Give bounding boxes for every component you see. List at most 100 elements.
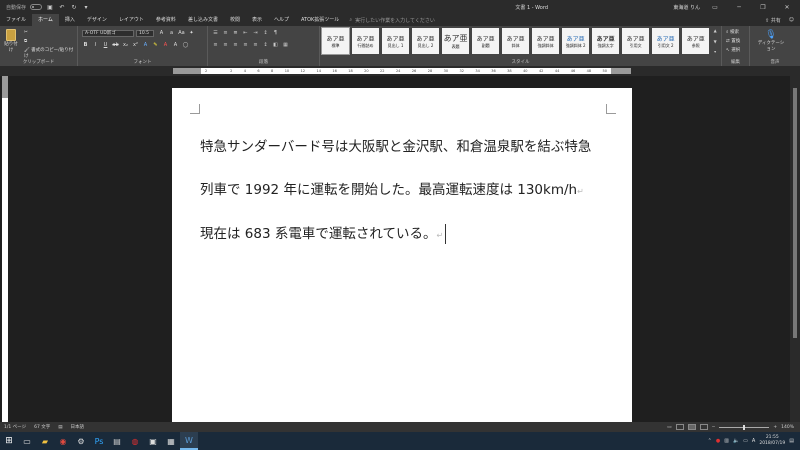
slides-icon[interactable]: ▣ bbox=[144, 432, 162, 450]
font-color-icon[interactable]: A bbox=[162, 42, 169, 48]
clear-format-icon[interactable]: ✦ bbox=[188, 30, 195, 36]
save-icon[interactable]: ▣ bbox=[46, 4, 54, 11]
network-icon[interactable]: ▥ bbox=[724, 438, 729, 444]
change-case-icon[interactable]: Aa bbox=[178, 30, 185, 36]
photoshop-icon[interactable]: Ps bbox=[90, 432, 108, 450]
tab-help[interactable]: ヘルプ bbox=[268, 14, 295, 26]
replace-button[interactable]: ⇄ 置換 bbox=[726, 38, 740, 44]
zoom-slider[interactable] bbox=[719, 424, 770, 430]
document-area[interactable]: 特急サンダーバード号は大阪駅と金沢駅、和倉温泉駅を結ぶ特急 列車で 1992 年… bbox=[10, 76, 790, 428]
scrollbar-thumb[interactable] bbox=[793, 88, 797, 338]
document-body[interactable]: 特急サンダーバード号は大阪駅と金沢駅、和倉温泉駅を結ぶ特急 列車で 1992 年… bbox=[200, 126, 610, 257]
distributed-icon[interactable]: ≡ bbox=[252, 42, 259, 48]
zoom-in-icon[interactable]: + bbox=[773, 425, 777, 430]
style-heading-1[interactable]: あア亜 見出し 1 bbox=[382, 28, 410, 54]
volume-icon[interactable]: 🔈 bbox=[733, 438, 739, 444]
tray-expand-icon[interactable]: ⌃ bbox=[708, 438, 712, 444]
vertical-ruler[interactable] bbox=[2, 76, 8, 422]
cut-button[interactable]: ✂ bbox=[24, 30, 77, 35]
borders-icon[interactable]: ▦ bbox=[282, 42, 289, 48]
increase-indent-icon[interactable]: ⇥ bbox=[252, 30, 259, 36]
style-no-spacing[interactable]: あア亜 行間詰め bbox=[352, 28, 380, 54]
show-marks-icon[interactable]: ¶ bbox=[272, 30, 279, 36]
web-layout-button[interactable] bbox=[699, 424, 708, 430]
settings-icon[interactable]: ⚙ bbox=[72, 432, 90, 450]
document-page[interactable]: 特急サンダーバード号は大阪駅と金沢駅、和倉温泉駅を結ぶ特急 列車で 1992 年… bbox=[172, 88, 632, 428]
print-layout-button[interactable] bbox=[687, 424, 696, 430]
undo-icon[interactable]: ↶ bbox=[58, 4, 66, 11]
line-spacing-icon[interactable]: ↕ bbox=[262, 42, 269, 48]
find-button[interactable]: ⌕ 検索 bbox=[726, 29, 740, 35]
styles-more-icon[interactable]: ▾ bbox=[714, 49, 716, 54]
close-button[interactable]: ✕ bbox=[778, 4, 796, 11]
style-reference[interactable]: あア亜 参照 bbox=[682, 28, 710, 54]
styles-down-icon[interactable]: ▼ bbox=[714, 39, 717, 44]
char-shading-icon[interactable]: A bbox=[172, 42, 179, 48]
vertical-scrollbar[interactable] bbox=[790, 76, 800, 422]
autosave-toggle[interactable] bbox=[30, 4, 43, 10]
select-button[interactable]: ↖ 選択 bbox=[726, 47, 740, 53]
style-emphasis[interactable]: あア亜 強調斜体 bbox=[532, 28, 560, 54]
zoom-out-icon[interactable]: − bbox=[712, 425, 716, 430]
tell-me-box[interactable]: ⌕ 実行したい作業を入力してください bbox=[349, 17, 435, 24]
task-view-icon[interactable]: ▭ bbox=[18, 432, 36, 450]
copy-button[interactable]: ⧉ bbox=[24, 38, 77, 44]
action-center-icon[interactable]: ▤ bbox=[789, 438, 794, 444]
shading-icon[interactable]: ◧ bbox=[272, 42, 279, 48]
file-explorer-icon[interactable]: ▰ bbox=[36, 432, 54, 450]
highlight-icon[interactable]: ✎ bbox=[152, 42, 159, 48]
user-name[interactable]: 東海道 りん bbox=[673, 4, 700, 11]
redo-icon[interactable]: ↻ bbox=[70, 4, 78, 11]
bullets-icon[interactable]: ☰ bbox=[212, 30, 219, 36]
tab-mailings[interactable]: 差し込み文書 bbox=[182, 14, 224, 26]
share-button[interactable]: ⇪ 共有 bbox=[765, 17, 781, 24]
decrease-indent-icon[interactable]: ⇤ bbox=[242, 30, 249, 36]
style-normal[interactable]: あア亜 標準 bbox=[320, 27, 351, 55]
ime-indicator[interactable]: A bbox=[752, 438, 755, 444]
style-heading-2[interactable]: あア亜 見出し 2 bbox=[412, 28, 440, 54]
bold-icon[interactable]: B bbox=[82, 42, 89, 48]
align-center-icon[interactable]: ≡ bbox=[222, 42, 229, 48]
tab-atok[interactable]: ATOK拡張ツール bbox=[295, 14, 345, 26]
tab-design[interactable]: デザイン bbox=[81, 14, 113, 26]
notification-icon[interactable]: ▭ bbox=[743, 438, 748, 444]
justify-icon[interactable]: ≡ bbox=[242, 42, 249, 48]
chrome-icon[interactable]: ◉ bbox=[54, 432, 72, 450]
superscript-icon[interactable]: x² bbox=[132, 42, 139, 48]
font-size-select[interactable]: 10.5 bbox=[136, 30, 154, 37]
text-effects-icon[interactable]: A bbox=[142, 42, 149, 48]
proofing-icon[interactable]: ▤ bbox=[58, 425, 62, 430]
tab-insert[interactable]: 挿入 bbox=[59, 14, 81, 26]
format-painter-button[interactable]: 🖌 書式のコピー/貼り付け bbox=[24, 47, 77, 59]
calculator-icon[interactable]: ▦ bbox=[162, 432, 180, 450]
grow-font-icon[interactable]: A bbox=[158, 30, 165, 36]
zoom-level[interactable]: 140% bbox=[781, 425, 794, 430]
multilevel-list-icon[interactable]: ≣ bbox=[232, 30, 239, 36]
clock[interactable]: 21:55 2018/07/19 bbox=[759, 435, 785, 447]
customize-quick-access-icon[interactable]: ▾ bbox=[82, 4, 90, 11]
style-strong[interactable]: あア亜 強調太字 bbox=[592, 28, 620, 54]
style-quote[interactable]: あア亜 引用文 bbox=[622, 28, 650, 54]
restore-button[interactable]: ❐ bbox=[754, 4, 772, 11]
read-mode-button[interactable] bbox=[675, 424, 684, 430]
image-viewer-icon[interactable]: ▤ bbox=[108, 432, 126, 450]
font-name-select[interactable]: A-OTF UD新ゴ bbox=[82, 30, 134, 37]
dictation-button[interactable]: 🎙 ディクテーション bbox=[756, 30, 786, 52]
style-intense-quote[interactable]: あア亜 引用文 2 bbox=[652, 28, 680, 54]
tab-layout[interactable]: レイアウト bbox=[113, 14, 150, 26]
ribbon-display-options-icon[interactable]: ▭ bbox=[706, 4, 724, 11]
italic-icon[interactable]: I bbox=[92, 42, 99, 48]
styles-up-icon[interactable]: ▲ bbox=[714, 28, 717, 33]
tab-file[interactable]: ファイル bbox=[0, 14, 32, 26]
tray-app-icon[interactable]: ● bbox=[716, 438, 720, 444]
app-red-icon[interactable]: ◍ bbox=[126, 432, 144, 450]
page-count[interactable]: 1/1 ページ bbox=[4, 424, 26, 430]
enclose-char-icon[interactable]: ◯ bbox=[182, 42, 189, 48]
style-title[interactable]: あア亜 表題 bbox=[442, 28, 470, 54]
tab-references[interactable]: 参考資料 bbox=[150, 14, 182, 26]
strikethrough-icon[interactable]: ab bbox=[112, 42, 119, 48]
paste-button[interactable]: 貼り付け bbox=[3, 29, 19, 53]
shrink-font-icon[interactable]: a bbox=[168, 30, 175, 36]
align-right-icon[interactable]: ≡ bbox=[232, 42, 239, 48]
comments-icon[interactable]: ☺ bbox=[789, 17, 794, 24]
